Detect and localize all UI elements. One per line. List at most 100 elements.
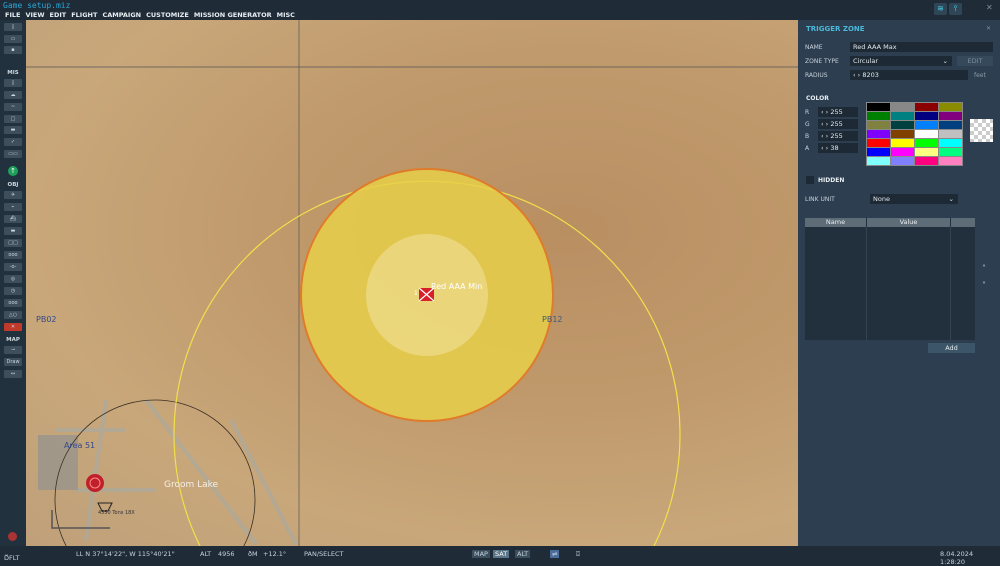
airplane-icon[interactable]: ✈ [4,191,22,199]
radius-input[interactable]: ‹ › 8203 [850,70,968,80]
record-icon[interactable] [8,532,17,541]
menu-customize[interactable]: CUSTOMIZE [146,11,189,20]
waypoint-icon[interactable]: -o- [4,263,22,271]
channel-b-input[interactable]: ‹ › 255 [818,131,858,141]
chevron-down-icon: ⌄ [948,195,954,203]
color-swatch[interactable] [891,157,914,165]
name-input[interactable]: Red AAA Max [850,42,993,52]
clock-icon[interactable]: ◷ [4,287,22,295]
menu-edit[interactable]: EDIT [50,11,67,20]
train-icon[interactable]: ooo [4,251,22,259]
color-swatch[interactable] [915,148,938,156]
ship-icon[interactable]: ⛴ [4,215,22,223]
wifi-icon[interactable]: ≋ [934,3,947,15]
hidden-checkbox[interactable] [806,176,814,184]
group-icon[interactable]: ooo [4,299,22,307]
move-up-icon[interactable]: ˄ [982,264,986,273]
color-swatch[interactable] [867,148,890,156]
map-view[interactable]: PB02 PB12 Area 51 Groom Lake Red AAA Min… [26,20,798,546]
title-bar: Game setup.miz ≋ ⫯ ✕ [0,0,1000,15]
menu-flight[interactable]: FLIGHT [71,11,97,20]
color-swatch[interactable] [891,112,914,120]
color-swatch[interactable] [915,139,938,147]
color-swatch[interactable] [939,148,962,156]
draw-button[interactable]: Draw [4,358,22,366]
close-window-icon[interactable]: ✕ [986,3,993,12]
color-swatch[interactable] [939,121,962,129]
filter-icon[interactable]: ⌼ [576,550,580,558]
color-swatch[interactable] [867,103,890,111]
color-swatch[interactable] [867,130,890,138]
move-down-icon[interactable]: ˅ [982,281,986,290]
triggers-icon[interactable]: ▭▭ [4,150,22,158]
map-label-pb02: PB02 [36,315,57,324]
add-button[interactable]: Add [928,343,975,353]
briefing-icon[interactable]: ▯ [4,79,22,87]
radius-label: RADIUS [805,72,828,79]
save-icon[interactable]: ▪ [4,46,22,54]
datetime: 8.04.2024 1:28:20 [940,550,974,566]
unit-index-label: 1 [414,290,418,297]
weather-icon[interactable]: ☁ [4,91,22,99]
helicopter-icon[interactable]: ⌁ [4,203,22,211]
channel-r-input[interactable]: ‹ › 255 [818,107,858,117]
color-swatch[interactable] [891,139,914,147]
trigger-zone-icon[interactable]: □ [4,115,22,123]
color-preview [970,119,993,142]
menu-mission-generator[interactable]: MISSION GENERATOR [194,11,272,20]
stepper-arrows-icon[interactable]: ‹ › [853,71,862,79]
color-swatch[interactable] [915,103,938,111]
color-swatch[interactable] [867,112,890,120]
target-icon[interactable]: ◎ [4,275,22,283]
color-swatch[interactable] [891,130,914,138]
delete-icon[interactable]: ✕ [4,323,22,331]
color-swatch[interactable] [915,121,938,129]
map-button[interactable]: MAP [472,550,490,558]
color-swatch[interactable] [891,121,914,129]
airbase-target-icon[interactable] [86,474,104,492]
panel-close-icon[interactable]: ✕ [986,25,991,32]
zone-type-select[interactable]: Circular ⌄ [850,56,952,66]
properties-table[interactable]: Name Value [805,218,975,340]
edit-button[interactable]: EDIT [957,56,993,66]
ruler-icon[interactable]: ⊸ [4,346,22,354]
static-object-icon[interactable]: □□ [4,239,22,247]
color-swatch[interactable] [939,157,962,165]
color-swatch[interactable] [915,112,938,120]
color-swatch[interactable] [915,130,938,138]
layers-icon[interactable]: ⇌ [550,550,560,558]
open-folder-icon[interactable]: ▭ [4,35,22,43]
color-swatch[interactable] [939,139,962,147]
link-unit-select[interactable]: None ⌄ [870,194,958,204]
radio-tower-icon[interactable]: ⫯ [949,3,962,15]
menu-misc[interactable]: MISC [277,11,295,20]
up-arrow-icon[interactable]: ↑ [8,166,18,176]
color-swatch[interactable] [915,157,938,165]
color-swatch[interactable] [939,112,962,120]
measure-icon[interactable]: ↔ [4,370,22,378]
color-swatch[interactable] [867,157,890,165]
column-divider [866,227,867,340]
color-swatch[interactable] [867,139,890,147]
menu-view[interactable]: VIEW [25,11,44,20]
alt-button[interactable]: ALT [515,550,531,558]
color-swatch[interactable] [867,121,890,129]
color-swatch[interactable] [891,103,914,111]
new-file-icon[interactable]: ▯ [4,23,22,31]
menu-campaign[interactable]: CAMPAIGN [102,11,141,20]
channel-a-input[interactable]: ‹ › 38 [818,143,858,153]
column-header-name: Name [805,218,866,227]
sat-button[interactable]: SAT [493,550,510,558]
goals-icon[interactable]: ✓ [4,138,22,146]
resources-icon[interactable]: ▬ [4,126,22,134]
mode-select[interactable]: DFLT ⌄ [4,550,19,562]
menu-file[interactable]: FILE [5,11,20,20]
shapes-icon[interactable]: △○ [4,311,22,319]
color-swatch[interactable] [939,130,962,138]
route-icon[interactable]: ~ [4,103,22,111]
channel-g-input[interactable]: ‹ › 255 [818,119,858,129]
vehicle-icon[interactable]: ▬ [4,227,22,235]
color-swatch[interactable] [891,148,914,156]
radius-unit: feet [974,72,986,79]
color-swatch[interactable] [939,103,962,111]
